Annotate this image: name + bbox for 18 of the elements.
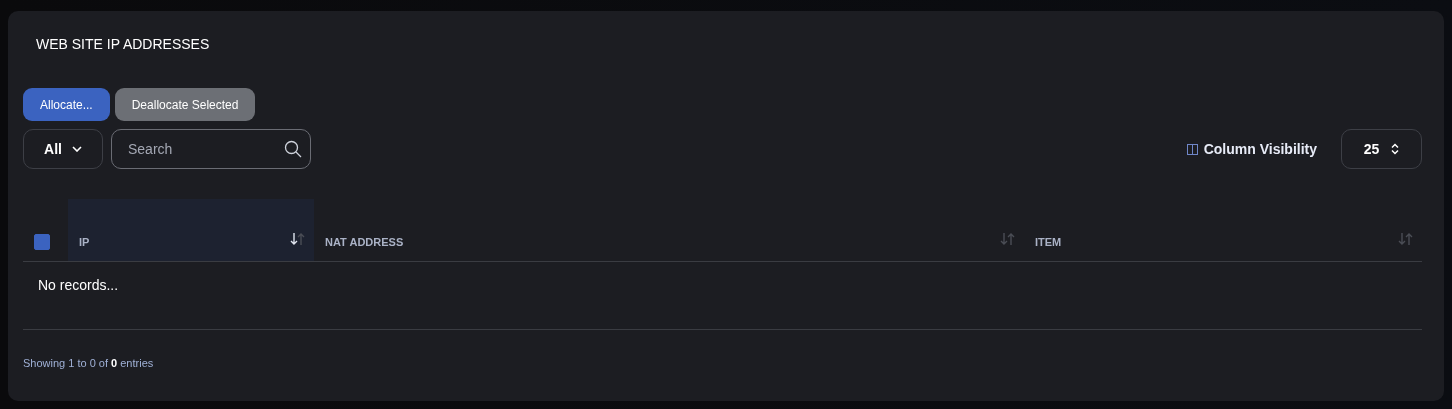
filter-dropdown[interactable]: All (23, 129, 103, 169)
columns-icon (1186, 143, 1198, 155)
column-header[interactable]: ITEM (1035, 236, 1062, 248)
deallocate-button[interactable]: Deallocate Selected (114, 88, 256, 121)
empty-message: No records... (38, 277, 119, 293)
allocate-button[interactable]: Allocate... (23, 88, 110, 121)
column-visibility-button[interactable]: Column Visibility (1186, 141, 1317, 157)
up-down-chevron-icon (1391, 143, 1400, 155)
entries-info: Showing 1 to 0 of 0 entries (23, 357, 154, 369)
sort-icon[interactable] (290, 232, 306, 246)
column-header[interactable]: IP (79, 236, 90, 248)
search-field[interactable]: Search (111, 129, 311, 169)
page-size-select[interactable]: 25 (1341, 129, 1422, 169)
card-title: WEB SITE IP ADDRESSES (35, 35, 211, 54)
chevron-down-icon (71, 146, 82, 152)
search-icon (284, 140, 302, 158)
select-all-checkbox[interactable] (34, 234, 50, 250)
column-header[interactable]: NAT ADDRESS (325, 236, 404, 248)
